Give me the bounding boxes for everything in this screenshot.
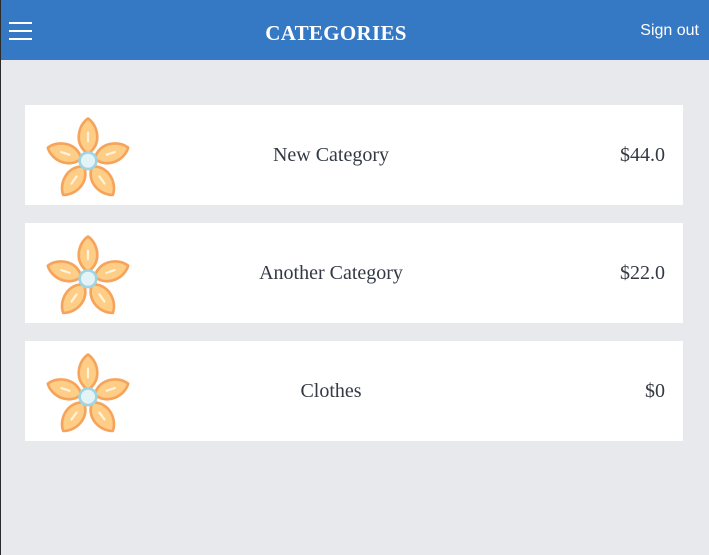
- flower-icon: [46, 235, 130, 315]
- category-price: $22.0: [620, 262, 665, 284]
- hamburger-menu-icon[interactable]: [6, 17, 36, 45]
- app-header: CATEGORIES Sign out: [0, 0, 709, 60]
- category-name: Another Category: [259, 262, 403, 284]
- category-price: $0: [645, 380, 665, 402]
- category-name: Clothes: [300, 380, 362, 402]
- category-price: $44.0: [620, 144, 665, 166]
- window-edge: [0, 0, 1, 555]
- category-card-clothes[interactable]: Clothes $0: [25, 341, 683, 441]
- category-list: New Category $44.0 Another Category $22.…: [25, 105, 683, 459]
- category-card-another-category[interactable]: Another Category $22.0: [25, 223, 683, 323]
- page-title: CATEGORIES: [265, 21, 407, 45]
- category-card-new-category[interactable]: New Category $44.0: [25, 105, 683, 205]
- sign-out-link[interactable]: Sign out: [640, 20, 699, 42]
- flower-icon: [46, 117, 130, 197]
- category-name: New Category: [272, 144, 390, 166]
- flower-icon: [46, 353, 130, 433]
